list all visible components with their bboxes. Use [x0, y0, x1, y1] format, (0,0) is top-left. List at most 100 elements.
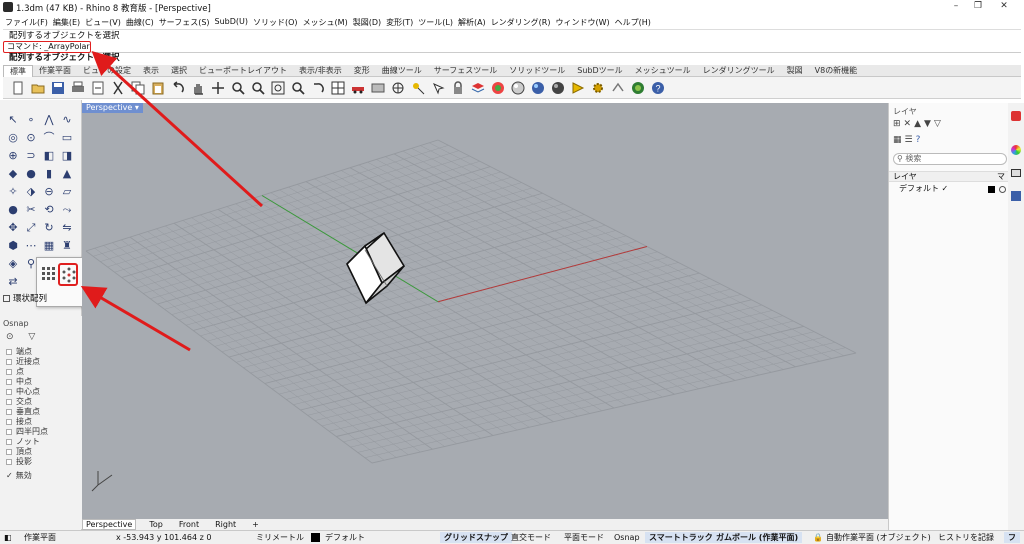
align-icon[interactable]: ⋯ [23, 238, 39, 254]
undo-icon[interactable] [169, 79, 186, 96]
cylinder-icon[interactable]: ▮ [41, 166, 57, 182]
tab-drafting[interactable]: 製図 [781, 65, 809, 76]
layer-search-input[interactable]: ⚲ 検索 [893, 153, 1007, 165]
viewport-tab-top[interactable]: Top [146, 520, 166, 529]
menu-mesh[interactable]: メッシュ(M) [303, 17, 348, 28]
cplane-icon[interactable] [389, 79, 406, 96]
menu-render[interactable]: レンダリング(R) [491, 17, 551, 28]
undo-view-icon[interactable] [309, 79, 326, 96]
status-units[interactable]: ミリメートル [256, 532, 304, 543]
layer-row-default[interactable]: デフォルト ✓ [889, 183, 1009, 195]
gumball-icon[interactable]: ♜ [59, 238, 75, 254]
render-icon[interactable] [529, 79, 546, 96]
tab-select[interactable]: 選択 [165, 65, 193, 76]
named-view-icon[interactable] [369, 79, 386, 96]
four-viewports-icon[interactable] [329, 79, 346, 96]
tab-subd-tools[interactable]: SubDツール [571, 65, 628, 76]
viewport-tab-right[interactable]: Right [212, 520, 239, 529]
menu-curve[interactable]: 曲線(C) [126, 17, 154, 28]
car-icon[interactable] [349, 79, 366, 96]
material-icon[interactable] [509, 79, 526, 96]
record-history-toggle[interactable]: ヒストリを記録 [938, 532, 994, 543]
help-icon[interactable]: ? [649, 79, 666, 96]
grid-array-icon[interactable]: ▦ [41, 238, 57, 254]
rotate-view-icon[interactable] [209, 79, 226, 96]
select-objects-icon[interactable] [429, 79, 446, 96]
filter-toggle[interactable]: フ [1004, 532, 1020, 543]
tab-curve-tools[interactable]: 曲線ツール [376, 65, 428, 76]
minimize-button[interactable]: – [950, 1, 962, 11]
menu-window[interactable]: ウィンドウ(W) [556, 17, 610, 28]
box-icon[interactable]: ◆ [5, 166, 21, 182]
properties-tab-icon[interactable] [1011, 145, 1021, 155]
mirror-icon[interactable]: ⇋ [59, 220, 75, 236]
menu-subd[interactable]: SubD(U) [215, 17, 248, 28]
grid-snap-toggle[interactable]: グリッドスナップ [440, 532, 512, 543]
new-layer-icon[interactable]: ⊞ [893, 119, 904, 129]
text-tool-icon[interactable]: ▱ [59, 184, 75, 200]
perspective-viewport[interactable] [82, 103, 888, 530]
lock-icon[interactable] [449, 79, 466, 96]
dimension-icon[interactable]: ⊖ [41, 184, 57, 200]
rect-array-icon[interactable] [41, 266, 57, 282]
smarttrack-toggle[interactable]: スマートトラック [645, 532, 717, 543]
zoom-icon[interactable] [229, 79, 246, 96]
command-input-area[interactable] [91, 41, 1021, 53]
tab-display[interactable]: 表示 [137, 65, 165, 76]
solid-box-icon[interactable]: ⬢ [5, 238, 21, 254]
save-icon[interactable] [49, 79, 66, 96]
restore-button[interactable]: ❐ [972, 1, 984, 11]
extrude-surface-icon[interactable]: ◨ [59, 148, 75, 164]
move-icon[interactable]: ✥ [5, 220, 21, 236]
light-icon[interactable] [569, 79, 586, 96]
menu-help[interactable]: ヘルプ(H) [615, 17, 651, 28]
join-icon[interactable]: ⤳ [59, 202, 75, 218]
rectangle-icon[interactable]: ▭ [59, 130, 75, 146]
tab-viewport-layout[interactable]: ビューポートレイアウト [193, 65, 293, 76]
osnap-toggle[interactable]: Osnap [614, 533, 640, 542]
tab-render-tools[interactable]: レンダリングツール [697, 65, 781, 76]
cone-icon[interactable]: ▲ [59, 166, 75, 182]
menu-edit[interactable]: 編集(E) [53, 17, 80, 28]
tab-visibility[interactable]: 表示/非表示 [293, 65, 348, 76]
move-up-icon[interactable]: ▲ [914, 119, 924, 129]
circle-icon[interactable]: ◎ [5, 130, 21, 146]
zoom-extents-icon[interactable] [269, 79, 286, 96]
orient-icon[interactable]: ⇄ [5, 274, 21, 290]
osnap-toggle-icon[interactable]: ⊙ [6, 332, 14, 342]
tab-cplanes[interactable]: 作業平面 [33, 65, 77, 76]
gumball-toggle[interactable]: ガムボール (作業平面) [712, 532, 803, 543]
filter-icon[interactable]: ▽ [28, 332, 35, 342]
tab-standard[interactable]: 標準 [3, 64, 33, 77]
tab-surface-tools[interactable]: サーフェスツール [428, 65, 504, 76]
layer-list-icon[interactable]: ☰ [905, 135, 916, 145]
sphere-tool-icon[interactable]: ● [23, 166, 39, 182]
add-viewport-tab[interactable]: + [249, 520, 262, 529]
scale-icon[interactable]: ⤢ [23, 220, 39, 236]
menu-surface[interactable]: サーフェス(S) [159, 17, 210, 28]
layer-color-icon[interactable] [469, 79, 486, 96]
menu-dimension[interactable]: 製図(D) [353, 17, 381, 28]
boolean-icon[interactable]: ⬗ [23, 184, 39, 200]
python-icon[interactable] [629, 79, 646, 96]
layer-color-swatch[interactable] [988, 186, 995, 193]
select-icon[interactable]: ↖ [5, 112, 21, 128]
menu-transform[interactable]: 変形(T) [386, 17, 413, 28]
command-input[interactable]: コマンド: _ArrayPolar [3, 41, 91, 53]
planar-toggle[interactable]: 平面モード [564, 532, 604, 543]
grasshopper-icon[interactable] [609, 79, 626, 96]
autocplane-toggle[interactable]: 自動作業平面 (オブジェクト) [826, 532, 931, 543]
layer-help-icon[interactable]: ? [916, 135, 924, 145]
polar-array-icon[interactable] [61, 267, 77, 283]
close-button[interactable]: ✕ [998, 1, 1010, 11]
split-icon[interactable]: ⟲ [41, 202, 57, 218]
menu-solid[interactable]: ソリッド(O) [253, 17, 298, 28]
layers-tab-icon[interactable] [1011, 111, 1021, 121]
tab-solid-tools[interactable]: ソリッドツール [503, 65, 571, 76]
tab-new-in-v8[interactable]: V8の新機能 [809, 65, 864, 76]
ortho-toggle[interactable]: 直交モード [511, 532, 551, 543]
menu-analyze[interactable]: 解析(A) [458, 17, 486, 28]
viewport-tab-front[interactable]: Front [176, 520, 202, 529]
trim-icon[interactable]: ✂ [23, 202, 39, 218]
help-tab-icon[interactable] [1011, 191, 1021, 201]
